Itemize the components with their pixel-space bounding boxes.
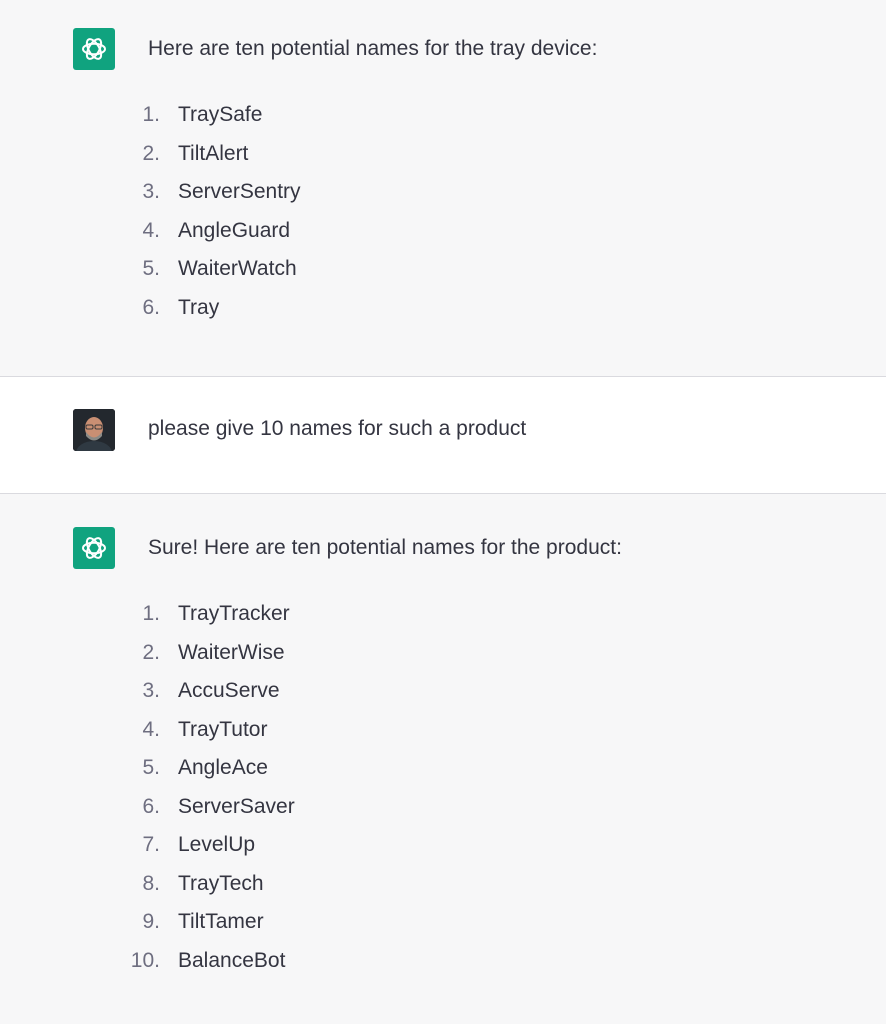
- list-item-text: TiltAlert: [178, 141, 249, 165]
- list-item-text: TrayTech: [178, 871, 264, 895]
- list-number: 1.: [142, 602, 160, 625]
- list-number: 4.: [142, 717, 160, 741]
- list-number: 6.: [142, 794, 160, 818]
- list-item-text: Tray: [178, 295, 220, 319]
- list-number: 9.: [142, 910, 160, 933]
- list-item-text: BalanceBot: [178, 948, 286, 972]
- list-item-text: TraySafe: [178, 103, 263, 126]
- assistant-message: Here are ten potential names for the tra…: [0, 0, 886, 376]
- user-message: please give 10 names for such a product: [0, 376, 886, 494]
- list-number: 7.: [142, 833, 160, 856]
- list-number: 2.: [142, 141, 160, 165]
- list-number: 4.: [142, 218, 160, 242]
- user-photo-avatar: [73, 409, 115, 451]
- openai-logo-icon: [82, 38, 106, 60]
- assistant-avatar: [73, 28, 115, 70]
- assistant-avatar: [73, 527, 115, 569]
- list-item-text: AngleAce: [178, 756, 268, 779]
- assistant-intro-text: Sure! Here are ten potential names for t…: [148, 536, 622, 559]
- assistant-message: Sure! Here are ten potential names for t…: [0, 494, 886, 1024]
- list-item-text: TrayTutor: [178, 717, 268, 741]
- list-number: 3.: [142, 180, 160, 203]
- assistant-intro-text: Here are ten potential names for the tra…: [148, 37, 598, 60]
- list-number: 2.: [142, 640, 160, 664]
- user-avatar: [73, 409, 115, 451]
- list-number: 1.: [142, 103, 160, 126]
- list-number: 8.: [142, 871, 160, 895]
- chat-thread: Here are ten potential names for the tra…: [0, 0, 886, 1024]
- list-item-text: WaiterWise: [178, 640, 285, 664]
- list-number: 3.: [142, 679, 160, 702]
- list-number: 10.: [130, 948, 160, 972]
- list-number: 6.: [142, 295, 160, 319]
- list-number: 5.: [142, 756, 160, 779]
- list-item-text: WaiterWatch: [178, 257, 297, 280]
- list-item-text: ServerSaver: [178, 794, 295, 818]
- list-item-text: LevelUp: [178, 833, 256, 856]
- list-item-text: AccuServe: [178, 679, 280, 702]
- list-item-text: TrayTracker: [178, 602, 290, 625]
- list-item-text: TiltTamer: [178, 910, 264, 933]
- list-number: 5.: [142, 257, 160, 280]
- user-prompt-text: please give 10 names for such a product: [148, 417, 527, 440]
- list-item-text: AngleGuard: [178, 218, 291, 242]
- openai-logo-icon: [82, 537, 106, 559]
- list-item-text: ServerSentry: [178, 180, 301, 203]
